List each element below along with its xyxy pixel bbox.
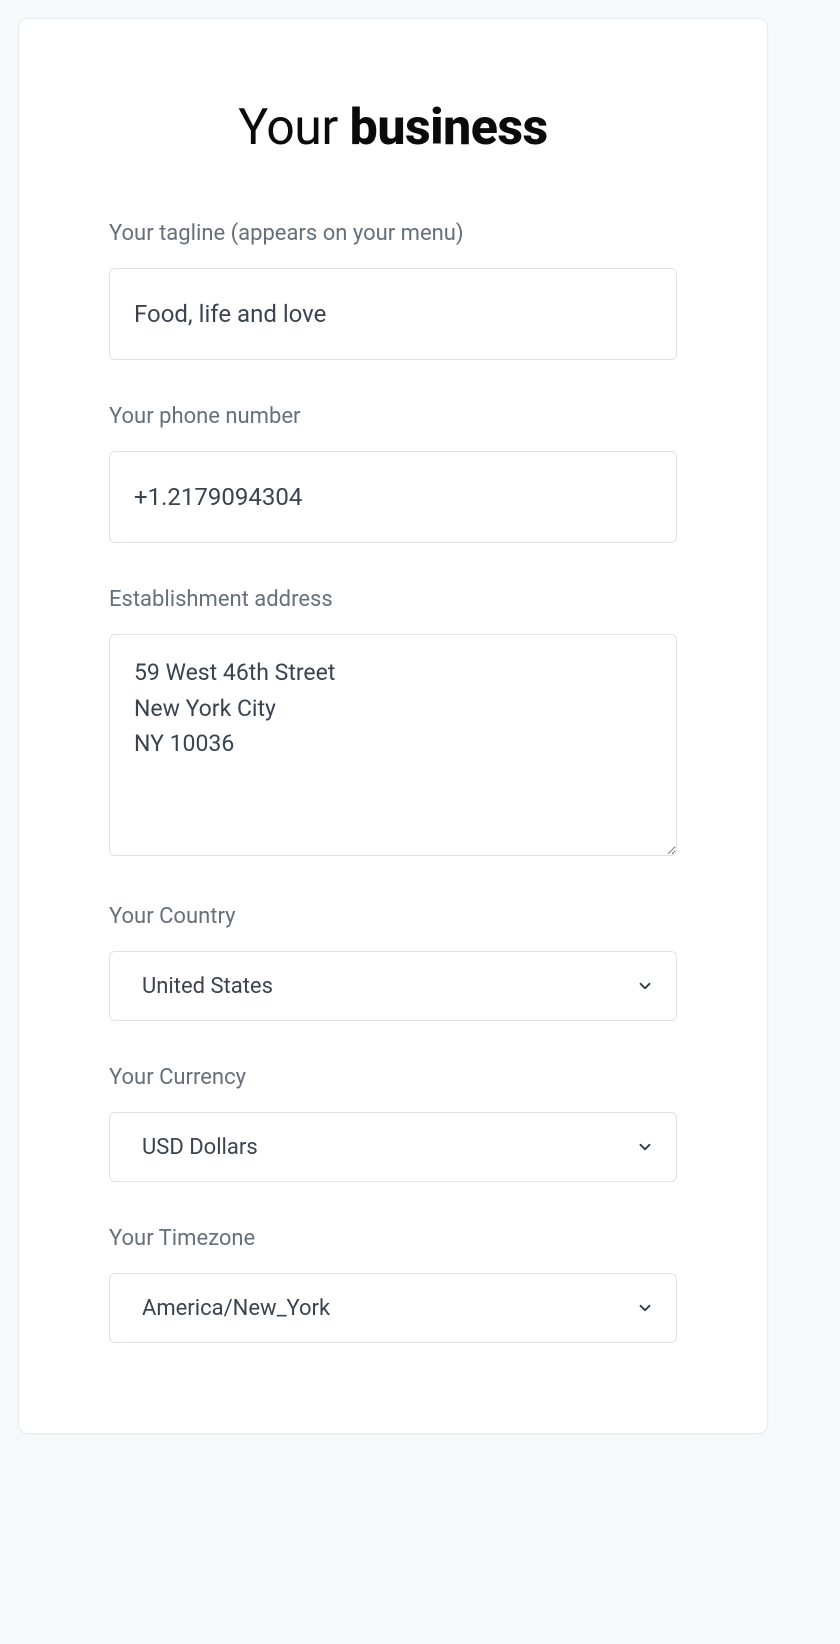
country-label: Your Country [109, 904, 677, 929]
country-select[interactable]: United States [109, 951, 677, 1021]
timezone-select[interactable]: America/New_York [109, 1273, 677, 1343]
chevron-down-icon [636, 1299, 654, 1317]
page-title: Your business [109, 99, 677, 157]
timezone-label: Your Timezone [109, 1226, 677, 1251]
phone-label: Your phone number [109, 404, 677, 429]
title-part-bold: business [350, 99, 548, 157]
title-part-light: Your [238, 99, 349, 157]
currency-select-value: USD Dollars [142, 1135, 258, 1160]
tagline-field: Your tagline (appears on your menu) [109, 221, 677, 360]
tagline-label: Your tagline (appears on your menu) [109, 221, 677, 246]
country-select-value: United States [142, 974, 273, 999]
address-field: Establishment address [109, 587, 677, 860]
address-label: Establishment address [109, 587, 677, 612]
chevron-down-icon [636, 977, 654, 995]
country-field: Your Country United States [109, 904, 677, 1021]
currency-label: Your Currency [109, 1065, 677, 1090]
currency-select[interactable]: USD Dollars [109, 1112, 677, 1182]
tagline-input[interactable] [109, 268, 677, 360]
business-settings-card: Your business Your tagline (appears on y… [18, 18, 768, 1434]
phone-field: Your phone number [109, 404, 677, 543]
timezone-field: Your Timezone America/New_York [109, 1226, 677, 1343]
phone-input[interactable] [109, 451, 677, 543]
currency-field: Your Currency USD Dollars [109, 1065, 677, 1182]
timezone-select-value: America/New_York [142, 1296, 330, 1321]
address-textarea[interactable] [109, 634, 677, 856]
chevron-down-icon [636, 1138, 654, 1156]
